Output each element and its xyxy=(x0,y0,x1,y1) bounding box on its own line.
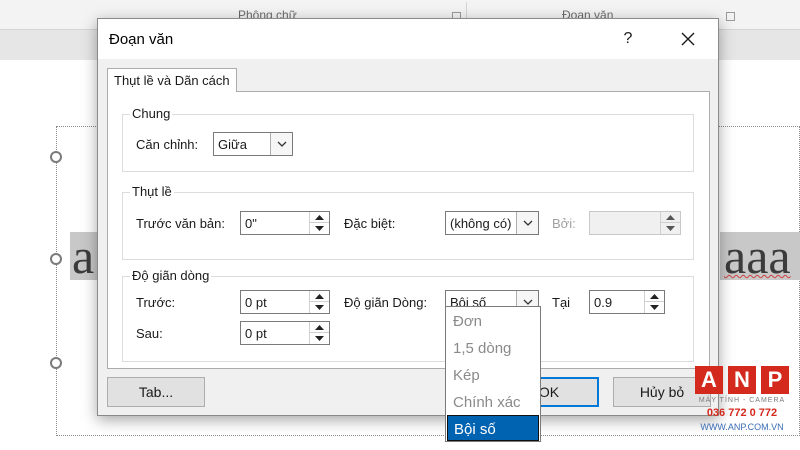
line-spacing-option-1-5[interactable]: 1,5 dòng xyxy=(447,335,539,361)
by-label: Bởi: xyxy=(552,216,576,231)
before-text-label: Trước văn bản: xyxy=(136,216,226,231)
resize-handle-middle-left[interactable] xyxy=(50,253,62,265)
triangle-up-icon xyxy=(315,325,324,330)
triangle-up-icon xyxy=(650,294,659,299)
chevron-down-icon xyxy=(277,141,287,147)
cancel-button-label: Hủy bỏ xyxy=(639,384,685,400)
line-spacing-option-exactly[interactable]: Chính xác xyxy=(447,389,539,415)
special-select[interactable]: (không có) xyxy=(445,211,539,235)
paragraph-dialog: Đoạn văn ? Thụt lề và Dãn cách Chung Căn… xyxy=(97,18,719,416)
triangle-down-icon xyxy=(315,305,324,310)
logo-letter-a: A xyxy=(695,366,723,394)
logo-phone: 036 772 0 772 xyxy=(706,407,778,419)
tab-panel: Chung Căn chỉnh: Giữa Thụt lề Trước văn … xyxy=(107,91,710,369)
tab-indents-and-spacing[interactable]: Thụt lề và Dãn cách xyxy=(107,68,237,92)
triangle-down-icon xyxy=(666,226,675,231)
close-icon xyxy=(681,32,695,46)
before-text-value: 0" xyxy=(245,216,257,231)
before-text-spinner[interactable]: 0" xyxy=(240,211,330,235)
logo-letter-p: P xyxy=(761,366,789,394)
spinner-arrows xyxy=(644,291,664,313)
spacing-after-value: 0 pt xyxy=(245,326,267,341)
at-spinner[interactable]: 0.9 xyxy=(589,290,665,314)
triangle-down-icon xyxy=(315,336,324,341)
spin-down-button[interactable] xyxy=(661,223,680,234)
general-group-title: Chung xyxy=(130,106,173,121)
help-button[interactable]: ? xyxy=(613,25,643,53)
spin-down-button[interactable] xyxy=(310,302,329,313)
dialog-titlebar: Đoạn văn ? xyxy=(98,19,718,59)
triangle-up-icon xyxy=(666,215,675,220)
spacing-group xyxy=(122,276,694,362)
resize-handle-top-left[interactable] xyxy=(50,151,62,163)
spin-down-button[interactable] xyxy=(310,223,329,234)
spin-down-button[interactable] xyxy=(645,302,664,313)
spin-down-button[interactable] xyxy=(310,333,329,344)
spinner-arrows xyxy=(309,291,329,313)
spacing-after-label: Sau: xyxy=(136,326,163,341)
spin-up-button[interactable] xyxy=(310,322,329,333)
paragraph-dialog-launcher-icon[interactable] xyxy=(726,12,735,21)
alignment-value: Giữa xyxy=(218,137,247,152)
line-spacing-option-double[interactable]: Kép xyxy=(447,362,539,388)
line-spacing-option-single[interactable]: Đơn xyxy=(447,308,539,334)
spinner-arrows xyxy=(660,212,680,234)
triangle-down-icon xyxy=(315,226,324,231)
spin-up-button[interactable] xyxy=(645,291,664,302)
spacing-before-spinner[interactable]: 0 pt xyxy=(240,290,330,314)
logo-tagline: MÁY TÍNH - CAMERA xyxy=(698,397,786,404)
triangle-down-icon xyxy=(650,305,659,310)
general-group xyxy=(122,114,694,172)
ok-button-label: OK xyxy=(538,384,560,400)
spinner-arrows xyxy=(309,212,329,234)
spin-up-button[interactable] xyxy=(661,212,680,223)
triangle-up-icon xyxy=(315,215,324,220)
spinner-arrows xyxy=(309,322,329,344)
special-label: Đặc biệt: xyxy=(344,216,396,231)
special-dropdown-button[interactable] xyxy=(516,212,538,234)
tabs-button[interactable]: Tab... xyxy=(107,377,205,407)
spin-up-button[interactable] xyxy=(310,212,329,223)
line-spacing-dropdown-list: Đơn 1,5 dòng Kép Chính xác Bội số xyxy=(445,306,541,442)
slide-text-right: aaa xyxy=(720,232,800,280)
by-spinner[interactable] xyxy=(589,211,681,235)
logo-letter-n: N xyxy=(728,366,756,394)
alignment-dropdown-button[interactable] xyxy=(270,133,292,155)
spacing-after-spinner[interactable]: 0 pt xyxy=(240,321,330,345)
spacing-before-label: Trước: xyxy=(136,295,176,310)
chevron-down-icon xyxy=(523,299,533,305)
chevron-down-icon xyxy=(523,220,533,226)
at-label: Tại xyxy=(552,295,571,310)
resize-handle-bottom-left[interactable] xyxy=(50,357,62,369)
dialog-title: Đoạn văn xyxy=(109,31,174,48)
alignment-select[interactable]: Giữa xyxy=(213,132,293,156)
slide-text-left: a xyxy=(70,232,98,280)
at-value: 0.9 xyxy=(594,295,613,310)
logo-website: WWW.ANP.COM.VN xyxy=(700,422,784,432)
anp-watermark-logo: A N P MÁY TÍNH - CAMERA 036 772 0 772 WW… xyxy=(694,366,790,438)
special-value: (không có) xyxy=(450,216,512,231)
alignment-label: Căn chỉnh: xyxy=(136,137,199,152)
line-spacing-option-multiple[interactable]: Bội số xyxy=(447,415,539,441)
indent-group-title: Thụt lề xyxy=(130,184,174,199)
line-spacing-label: Độ giãn Dòng: xyxy=(344,295,428,310)
spacing-group-title: Độ giãn dòng xyxy=(130,268,212,283)
triangle-up-icon xyxy=(315,294,324,299)
spacing-before-value: 0 pt xyxy=(245,295,267,310)
tabs-button-label: Tab... xyxy=(138,384,174,400)
close-button[interactable] xyxy=(671,25,705,53)
spin-up-button[interactable] xyxy=(310,291,329,302)
